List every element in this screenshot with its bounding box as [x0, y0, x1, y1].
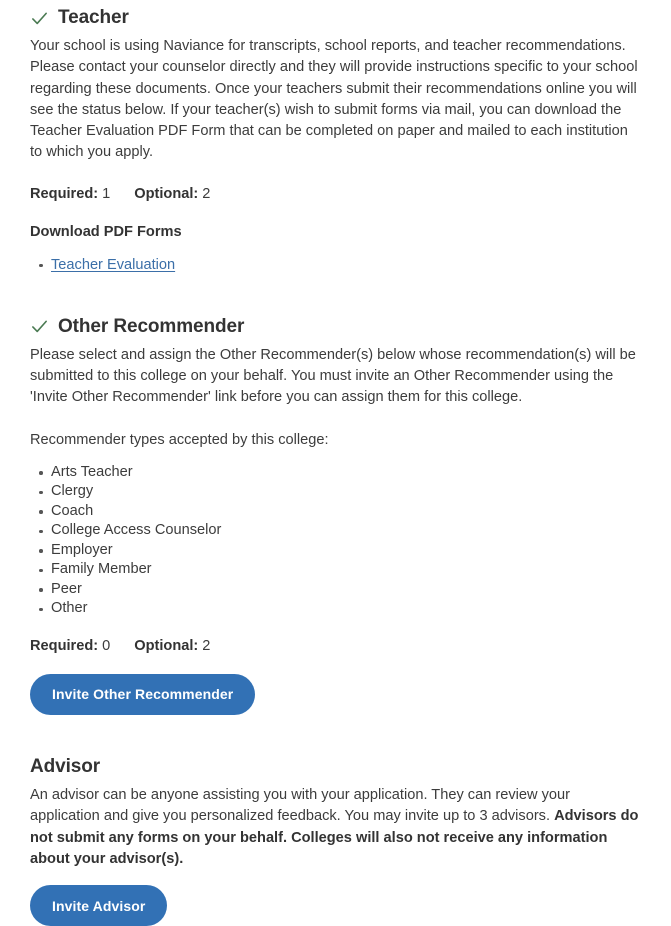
teacher-required-label: Required:: [30, 185, 99, 202]
check-icon: [30, 9, 49, 28]
other-recommender-required-group: Required: 0: [30, 636, 110, 657]
list-item: Other: [30, 599, 641, 619]
list-item: Employer: [30, 541, 641, 561]
section-other-recommender: Other Recommender Please select and assi…: [30, 314, 641, 715]
teacher-section-heading: Teacher: [30, 5, 641, 31]
teacher-required-value: 1: [102, 185, 111, 202]
other-recommender-description: Please select and assign the Other Recom…: [30, 346, 636, 406]
other-recommender-optional-label: Optional:: [134, 637, 199, 654]
other-recommender-optional-group: Optional: 2: [134, 636, 210, 657]
section-advisor: Advisor An advisor can be anyone assisti…: [30, 754, 641, 926]
teacher-download-list: Teacher Evaluation: [30, 255, 641, 276]
recommender-types-heading: Recommender types accepted by this colle…: [30, 431, 329, 448]
teacher-optional-value: 2: [202, 185, 211, 202]
download-pdf-forms-heading: Download PDF Forms: [30, 223, 182, 240]
list-item: Arts Teacher: [30, 463, 641, 483]
list-item: College Access Counselor: [30, 521, 641, 541]
other-recommender-title: Other Recommender: [58, 315, 245, 337]
recommender-types-list: Arts Teacher Clergy Coach College Access…: [30, 463, 641, 619]
list-item: Family Member: [30, 560, 641, 580]
list-item: Clergy: [30, 482, 641, 502]
list-item: Coach: [30, 502, 641, 522]
other-recommender-required-label: Required:: [30, 637, 99, 654]
teacher-optional-label: Optional:: [134, 185, 199, 202]
teacher-evaluation-link[interactable]: Teacher Evaluation: [51, 257, 175, 273]
other-recommender-optional-value: 2: [202, 637, 211, 654]
invite-other-recommender-button[interactable]: Invite Other Recommender: [30, 673, 256, 715]
invite-advisor-button[interactable]: Invite Advisor: [30, 885, 168, 926]
other-recommender-section-heading: Other Recommender: [30, 314, 641, 340]
list-item: Teacher Evaluation: [30, 255, 641, 276]
teacher-required-group: Required: 1: [30, 184, 110, 205]
section-teacher: Teacher Your school is using Naviance fo…: [30, 0, 641, 276]
advisor-title: Advisor: [30, 755, 101, 777]
advisor-description: An advisor can be anyone assisting you w…: [30, 785, 641, 870]
teacher-title: Teacher: [58, 7, 129, 28]
advisor-description-plain: An advisor can be anyone assisting you w…: [30, 786, 570, 825]
check-icon: [30, 317, 49, 336]
recommenders-page: Teacher Your school is using Naviance fo…: [0, 0, 671, 926]
teacher-counts: Required: 1 Optional: 2: [30, 184, 641, 205]
list-item: Peer: [30, 580, 641, 600]
other-recommender-counts: Required: 0 Optional: 2: [30, 636, 641, 657]
teacher-description: Your school is using Naviance for transc…: [30, 38, 638, 161]
other-recommender-required-value: 0: [102, 637, 111, 654]
teacher-optional-group: Optional: 2: [134, 184, 210, 205]
advisor-section-heading: Advisor: [30, 754, 641, 780]
